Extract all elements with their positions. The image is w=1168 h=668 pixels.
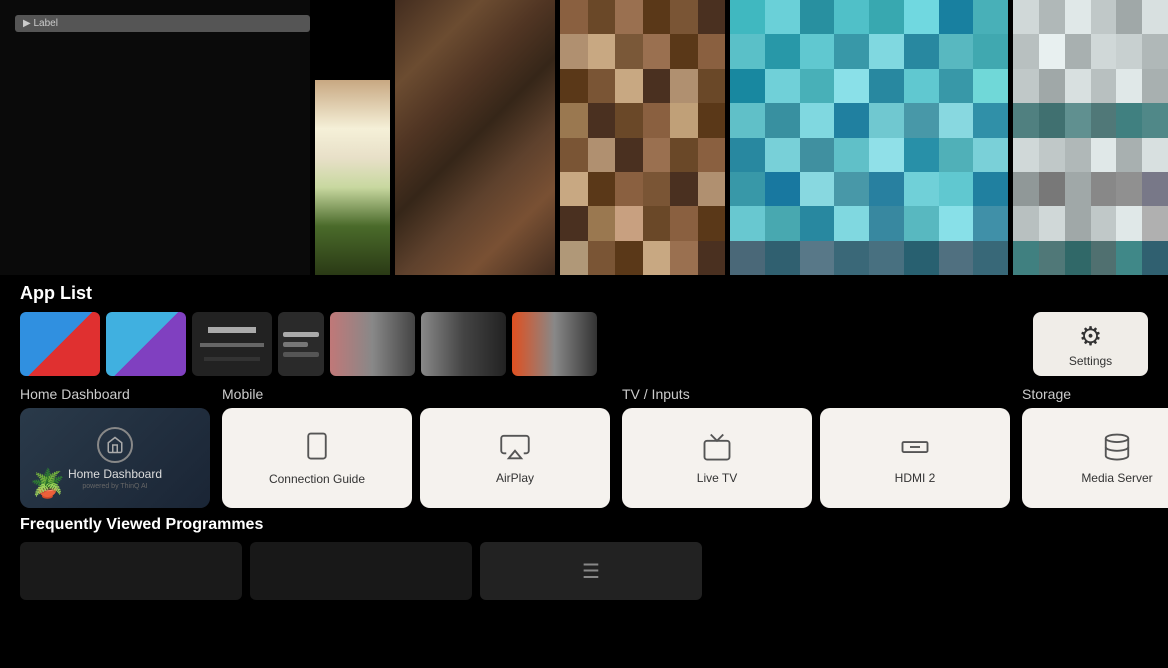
connection-guide-label: Connection Guide: [269, 472, 365, 486]
banner-slot-6: [1013, 0, 1168, 275]
label-badge: ▶ Label: [15, 15, 310, 32]
banner-slot-1: ▶ Label: [0, 0, 310, 275]
app-tile-3[interactable]: [192, 312, 272, 376]
freq-card-3[interactable]: ☰: [480, 542, 702, 600]
app-list-section: App List ⚙ Settings: [0, 275, 1168, 376]
airplay-card[interactable]: AirPlay: [420, 408, 610, 508]
media-server-label: Media Server: [1081, 471, 1152, 485]
banner-slot-3: [395, 0, 555, 275]
live-tv-label: Live TV: [697, 471, 737, 485]
app-tile-1[interactable]: [20, 312, 100, 376]
airplay-label: AirPlay: [496, 471, 534, 485]
storage-group: Storage Media Server: [1022, 386, 1168, 508]
hdmi2-label: HDMI 2: [895, 471, 936, 485]
settings-tile[interactable]: ⚙ Settings: [1033, 312, 1148, 376]
app-tile-5[interactable]: [330, 312, 415, 376]
live-tv-card[interactable]: Live TV: [622, 408, 812, 508]
frequently-viewed-section: Frequently Viewed Programmes ☰: [0, 508, 1168, 600]
mobile-title: Mobile: [222, 386, 610, 402]
phone-icon: [302, 431, 332, 468]
media-server-card[interactable]: Media Server: [1022, 408, 1168, 508]
tv-icon: [702, 432, 732, 467]
freq-card-1[interactable]: [20, 542, 242, 600]
list-icon: ☰: [582, 559, 600, 584]
freq-card-2[interactable]: [250, 542, 472, 600]
categories-section: Home Dashboard 🪴 Home Dashboard powered …: [0, 376, 1168, 508]
freq-row: ☰: [20, 542, 1148, 600]
server-icon: [1102, 432, 1132, 467]
airplay-icon: [500, 432, 530, 467]
app-tile-6[interactable]: [421, 312, 506, 376]
tv-inputs-group: TV / Inputs Live TV: [622, 386, 1010, 508]
home-icon: [97, 427, 133, 463]
app-tile-7[interactable]: [512, 312, 597, 376]
tv-inputs-title: TV / Inputs: [622, 386, 1010, 402]
hdmi2-card[interactable]: HDMI 2: [820, 408, 1010, 508]
app-list-title: App List: [20, 283, 92, 304]
home-dashboard-title: Home Dashboard: [20, 386, 210, 402]
banner-slot-2: [315, 80, 390, 275]
banner-slot-5: [730, 0, 1008, 275]
connection-guide-card[interactable]: Connection Guide: [222, 408, 412, 508]
mobile-group: Mobile Connection Guide: [222, 386, 610, 508]
storage-title: Storage: [1022, 386, 1168, 402]
freq-title: Frequently Viewed Programmes: [20, 516, 1148, 534]
home-dash-label: Home Dashboard: [68, 467, 162, 481]
top-banner: ▶ Label: [0, 0, 1168, 275]
app-tile-2[interactable]: [106, 312, 186, 376]
gear-icon: ⚙: [1079, 321, 1102, 352]
hdmi-icon: [900, 432, 930, 467]
banner-slot-4: [560, 0, 725, 275]
home-dashboard-group: Home Dashboard 🪴 Home Dashboard powered …: [20, 386, 210, 508]
app-tile-4[interactable]: [278, 312, 324, 376]
home-dash-sub: powered by ThinQ AI: [82, 483, 147, 490]
home-dashboard-card[interactable]: 🪴 Home Dashboard powered by ThinQ AI: [20, 408, 210, 508]
settings-label: Settings: [1069, 354, 1112, 368]
